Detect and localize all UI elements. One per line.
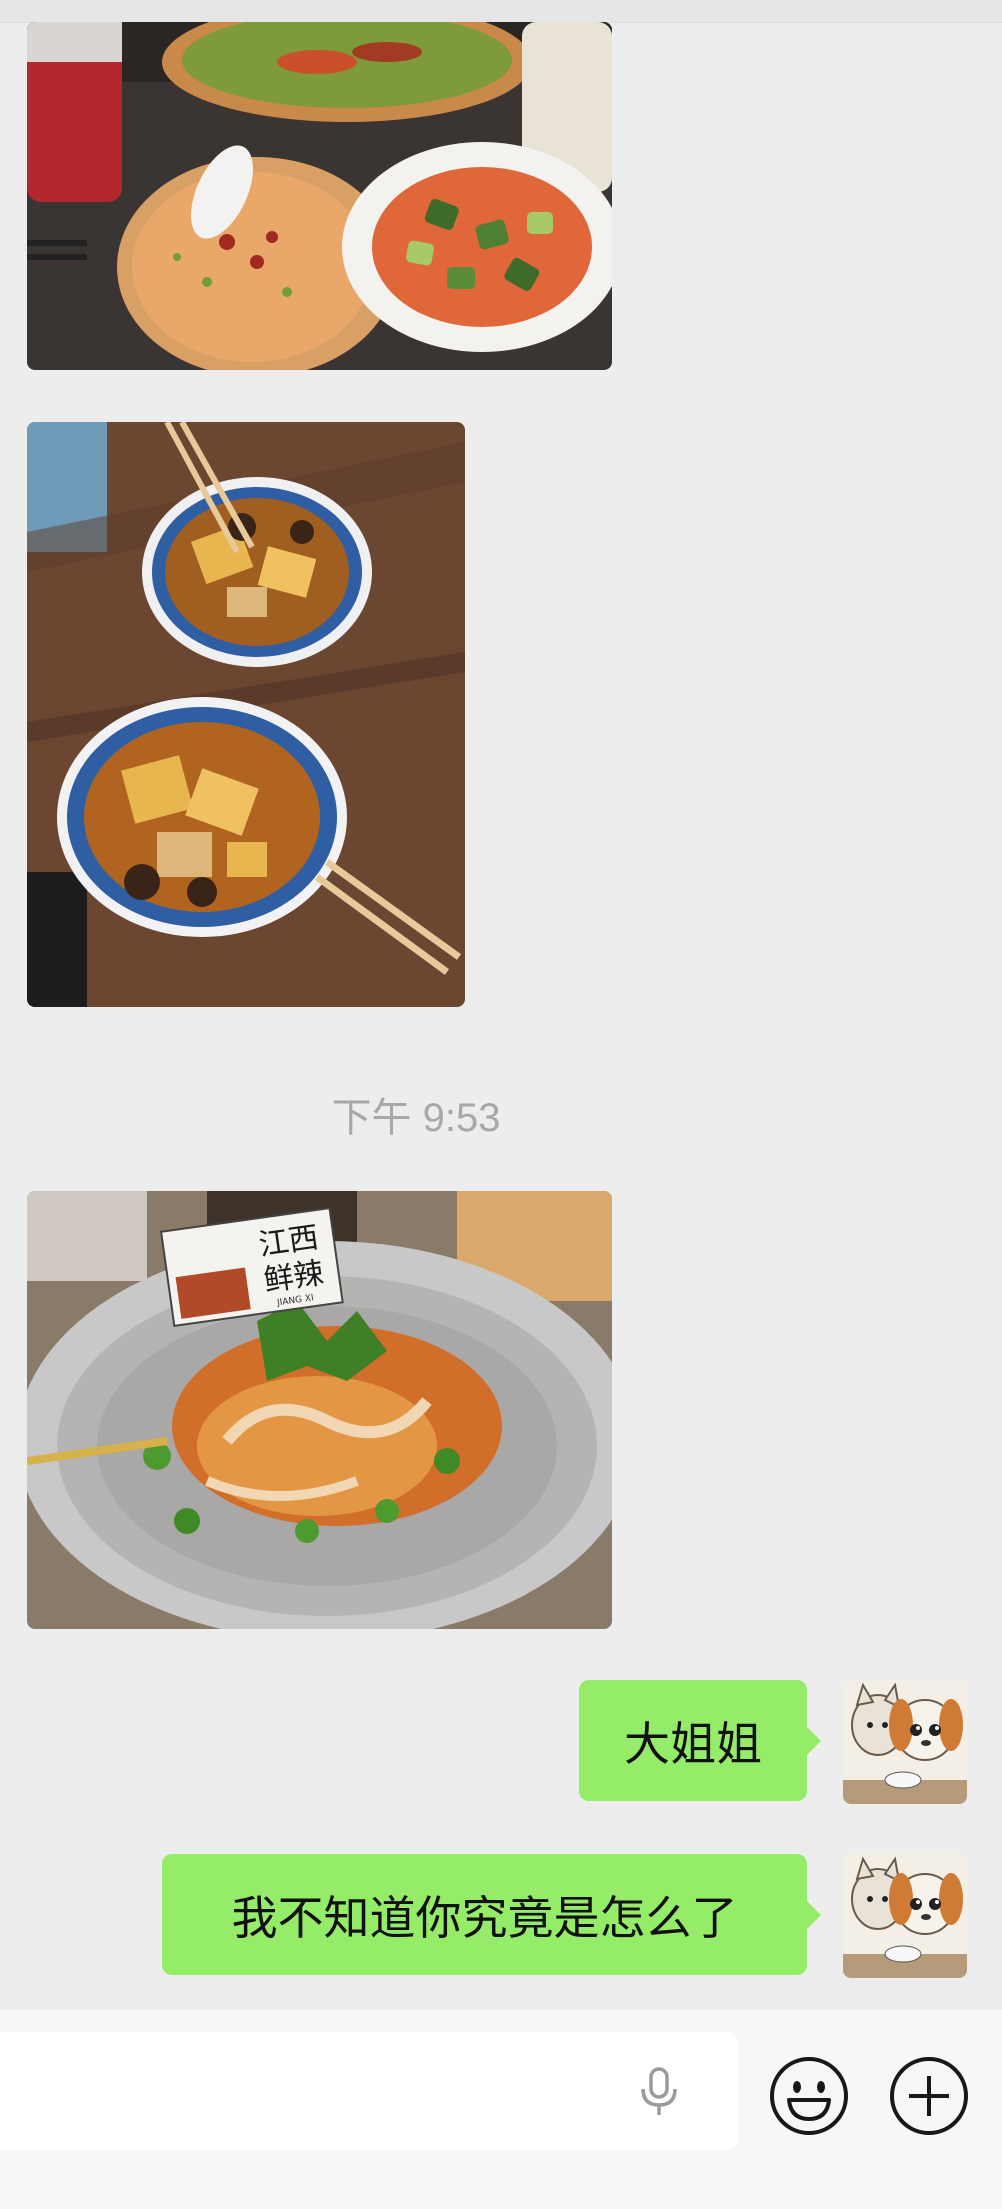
message-bubble-sent[interactable]: 大姐姐 <box>579 1680 821 1801</box>
avatar-cat-dog-icon <box>843 1854 967 1978</box>
message-input[interactable] <box>0 2032 738 2150</box>
photo-platter-graphic: 江西 鲜辣 JIANG XI <box>27 1191 612 1629</box>
message-text: 我不知道你究竟是怎么了 <box>231 1890 738 1945</box>
input-bar <box>0 2010 1002 2209</box>
message-text: 大姐姐 <box>624 1716 762 1771</box>
avatar[interactable] <box>843 1854 967 1978</box>
chat-image-noodles[interactable] <box>27 422 465 1007</box>
message-timestamp: 下午 9:53 <box>331 1096 501 1140</box>
plus-circle-icon[interactable] <box>889 2056 969 2136</box>
chat-area[interactable]: 下午 9:53 江西 鲜辣 JIANG XI 大姐姐 我不知道你究竟是怎么了 <box>0 0 1002 2010</box>
smiley-icon[interactable] <box>769 2056 849 2136</box>
avatar-cat-dog-icon <box>843 1680 967 1804</box>
avatar[interactable] <box>843 1680 967 1804</box>
photo-dishes-graphic <box>27 22 612 370</box>
top-edge <box>0 0 1002 23</box>
message-bubble-sent[interactable]: 我不知道你究竟是怎么了 <box>162 1854 821 1975</box>
chat-image-dishes[interactable] <box>27 22 612 370</box>
microphone-icon[interactable] <box>632 2065 686 2119</box>
photo-noodles-graphic <box>27 422 465 1007</box>
chat-image-squid-platter[interactable]: 江西 鲜辣 JIANG XI <box>27 1191 612 1629</box>
